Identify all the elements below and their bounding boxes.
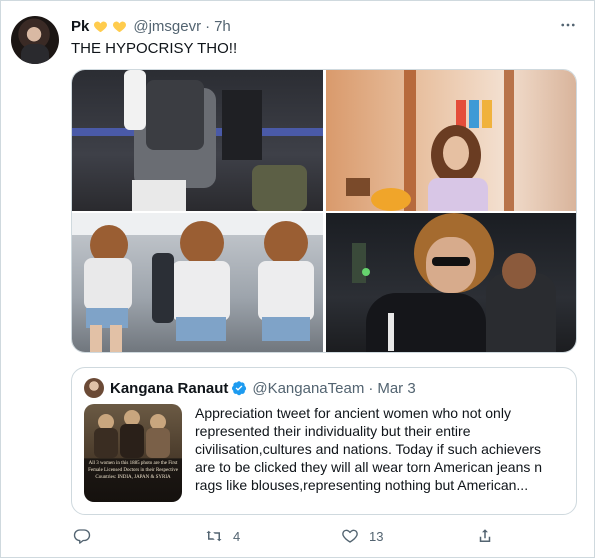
like-count: 13 [369, 528, 384, 544]
like-button[interactable]: 13 [341, 525, 383, 547]
tweet-header: Pk @jmsgevr · 7h [71, 16, 231, 36]
media-image-2[interactable] [326, 70, 576, 211]
retweet-icon [206, 530, 222, 542]
media-image-4[interactable] [326, 213, 576, 352]
author-handle[interactable]: @jmsgevr [133, 18, 201, 35]
tweet-card[interactable]: Pk @jmsgevr · 7h THE HYPOCRISY THO!! Kan… [0, 0, 595, 558]
quoted-author-avatar [84, 378, 104, 398]
reply-icon [73, 529, 91, 544]
yellow-heart-emoji-icon [93, 19, 108, 34]
verified-icon [232, 381, 247, 396]
media-image-1[interactable] [72, 70, 323, 211]
separator-dot: · [205, 17, 211, 35]
retweet-count: 4 [233, 528, 241, 544]
more-icon [561, 23, 575, 27]
like-icon [342, 529, 358, 543]
tweet-timestamp[interactable]: 7h [214, 18, 231, 35]
yellow-heart-emoji-icon [112, 19, 127, 34]
share-button[interactable] [476, 525, 504, 547]
tweet-text: THE HYPOCRISY THO!! [71, 40, 238, 57]
separator-dot: · [368, 379, 374, 397]
quoted-tweet-image: All 3 women in this 1885 photo are the F… [84, 404, 182, 502]
quoted-image-caption: All 3 women in this 1885 photo are the F… [88, 461, 178, 480]
tweet-actions: 4 13 [71, 525, 501, 547]
author-avatar[interactable] [11, 16, 59, 64]
quoted-author-name: Kangana Ranaut [110, 379, 229, 397]
share-icon [479, 529, 491, 542]
quoted-tweet-date: Mar 3 [377, 379, 416, 397]
media-image-3[interactable] [72, 213, 323, 352]
quoted-tweet-header: Kangana Ranaut @KanganaTeam · Mar 3 [110, 378, 416, 398]
retweet-button[interactable]: 4 [205, 525, 240, 547]
media-grid [71, 69, 577, 353]
quoted-author-handle: @KanganaTeam [252, 379, 365, 397]
reply-button[interactable] [73, 525, 101, 547]
quoted-tweet-text: Appreciation tweet for ancient women who… [195, 405, 543, 493]
quoted-tweet[interactable]: Kangana Ranaut @KanganaTeam · Mar 3 All … [71, 367, 577, 515]
more-options-button[interactable] [556, 13, 580, 37]
author-name[interactable]: Pk [71, 18, 89, 35]
